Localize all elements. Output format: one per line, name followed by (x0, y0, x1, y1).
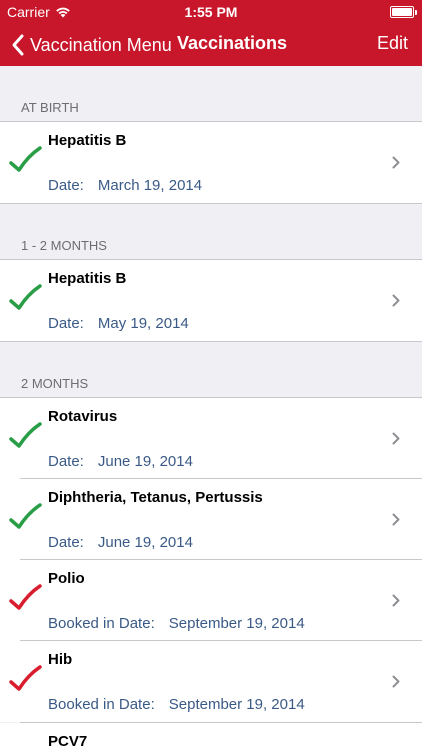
green-check-icon (9, 422, 42, 448)
list-item[interactable]: Hepatitis B Date: March 19, 2014 (0, 122, 422, 203)
vaccine-name: Hepatitis B (48, 132, 127, 149)
date-label: Date: (48, 453, 84, 470)
list-item[interactable]: Hib Booked in Date: September 19, 2014 (0, 641, 422, 722)
status-bar: Carrier 1:55 PM (0, 0, 422, 24)
chevron-right-icon (392, 432, 400, 445)
red-check-icon (9, 584, 42, 610)
date-label: Date: (48, 177, 84, 194)
navigation-bar: Vaccination Menu Vaccinations Edit (0, 24, 422, 66)
list-item[interactable]: Rotavirus Date: June 19, 2014 (0, 398, 422, 479)
list-item[interactable]: PCV7 (0, 723, 422, 750)
date-value: June 19, 2014 (97, 453, 193, 470)
date-value: May 19, 2014 (97, 315, 189, 332)
page-title: Vaccinations (177, 33, 288, 53)
date-value: March 19, 2014 (97, 177, 203, 194)
date-label: Date: (48, 315, 84, 332)
vaccine-name: Hib (48, 651, 73, 668)
green-check-icon (9, 284, 42, 310)
vaccine-date: Date: June 19, 2014 (48, 453, 193, 470)
chevron-right-icon (392, 594, 400, 607)
vaccine-date: Date: May 19, 2014 (48, 315, 189, 332)
green-check-icon (9, 146, 42, 172)
vaccine-date: Booked in Date: September 19, 2014 (48, 696, 305, 713)
divider (0, 203, 422, 204)
chevron-left-icon (12, 34, 24, 56)
list-item[interactable]: Hepatitis B Date: May 19, 2014 (0, 260, 422, 341)
date-label: Booked in Date: (48, 696, 155, 713)
red-check-icon (9, 665, 42, 691)
section-header-at-birth: AT BIRTH (21, 100, 79, 115)
chevron-right-icon (392, 294, 400, 307)
vaccine-date: Date: March 19, 2014 (48, 177, 202, 194)
vaccine-date: Date: June 19, 2014 (48, 534, 193, 551)
chevron-right-icon (392, 513, 400, 526)
vaccine-name: PCV7 (48, 733, 88, 750)
vaccine-name: Polio (48, 570, 85, 587)
date-label: Date: (48, 534, 84, 551)
vaccine-name: Hepatitis B (48, 270, 127, 287)
list-item[interactable]: Diphtheria, Tetanus, Pertussis Date: June… (0, 479, 422, 560)
date-label: Booked in Date: (48, 615, 155, 632)
divider (0, 341, 422, 342)
list-item[interactable]: Polio Booked in Date: September 19, 2014 (0, 560, 422, 641)
green-check-icon (9, 503, 42, 529)
date-value: June 19, 2014 (97, 534, 193, 551)
chevron-right-icon (392, 156, 400, 169)
vaccine-name: Rotavirus (48, 408, 118, 425)
section-header-1-2-months: 1 - 2 MONTHS (21, 238, 107, 253)
edit-button[interactable]: Edit (377, 33, 408, 54)
chevron-right-icon (392, 675, 400, 688)
vaccine-date: Booked in Date: September 19, 2014 (48, 615, 305, 632)
date-value: September 19, 2014 (168, 696, 305, 713)
date-value: September 19, 2014 (168, 615, 305, 632)
back-button[interactable]: Vaccination Menu (10, 30, 172, 60)
back-button-label: Vaccination Menu (30, 34, 172, 55)
vaccine-name: Diphtheria, Tetanus, Pertussis (48, 489, 263, 506)
section-header-2-months: 2 MONTHS (21, 376, 89, 391)
status-time: 1:55 PM (184, 4, 238, 20)
battery-icon (390, 6, 417, 18)
